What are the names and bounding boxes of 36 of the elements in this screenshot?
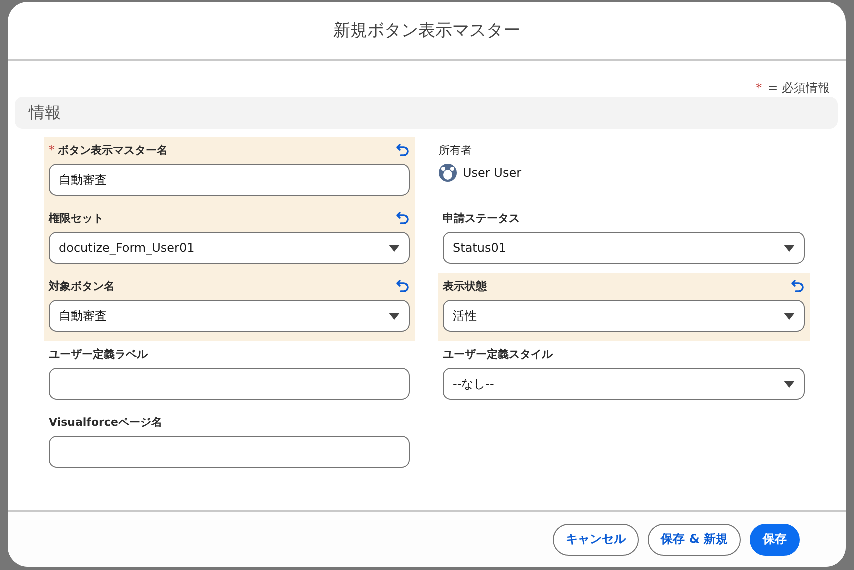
- caret-icon: [784, 380, 795, 388]
- footer-button[interactable]: キャンセル: [553, 524, 640, 556]
- owner-link[interactable]: User User: [463, 166, 522, 180]
- caret-icon: [784, 312, 795, 320]
- picklist-field[interactable]: 自動審査: [49, 300, 410, 332]
- field-label: ボタン表示マスター名: [58, 142, 168, 158]
- required-asterisk: *: [756, 81, 762, 95]
- field-label: 権限セット: [49, 210, 104, 226]
- user-avatar-icon: [439, 164, 457, 182]
- picklist-field[interactable]: docutize_Form_User01: [49, 232, 410, 264]
- field-label: ユーザー定義ラベル: [49, 346, 148, 362]
- caret-icon: [389, 244, 400, 252]
- undo-icon[interactable]: [396, 279, 410, 293]
- picklist-field[interactable]: Status01: [443, 232, 805, 264]
- undo-icon[interactable]: [791, 279, 805, 293]
- text-input[interactable]: [49, 368, 410, 400]
- picklist-field[interactable]: --なし--: [443, 368, 805, 400]
- field-label: Visualforceページ名: [49, 414, 162, 430]
- required-note: = 必須情報: [768, 80, 830, 96]
- field-label: ユーザー定義スタイル: [443, 346, 553, 362]
- field-label: 表示状態: [443, 278, 487, 294]
- modal-title: 新規ボタン表示マスター: [334, 20, 520, 42]
- undo-icon[interactable]: [396, 211, 410, 225]
- field-label: 所有者: [439, 142, 472, 158]
- picklist-field[interactable]: 活性: [443, 300, 805, 332]
- undo-icon[interactable]: [396, 143, 410, 157]
- field-label: 申請ステータス: [443, 210, 520, 226]
- text-input[interactable]: 自動審査: [49, 164, 410, 196]
- caret-icon: [389, 312, 400, 320]
- caret-icon: [784, 244, 795, 252]
- footer-button[interactable]: 保存 & 新規: [648, 524, 741, 556]
- save-button[interactable]: 保存: [750, 524, 800, 556]
- required-asterisk: *: [49, 143, 55, 157]
- field-label: 対象ボタン名: [49, 278, 115, 294]
- text-input[interactable]: [49, 436, 410, 468]
- section-title: 情報: [29, 102, 61, 124]
